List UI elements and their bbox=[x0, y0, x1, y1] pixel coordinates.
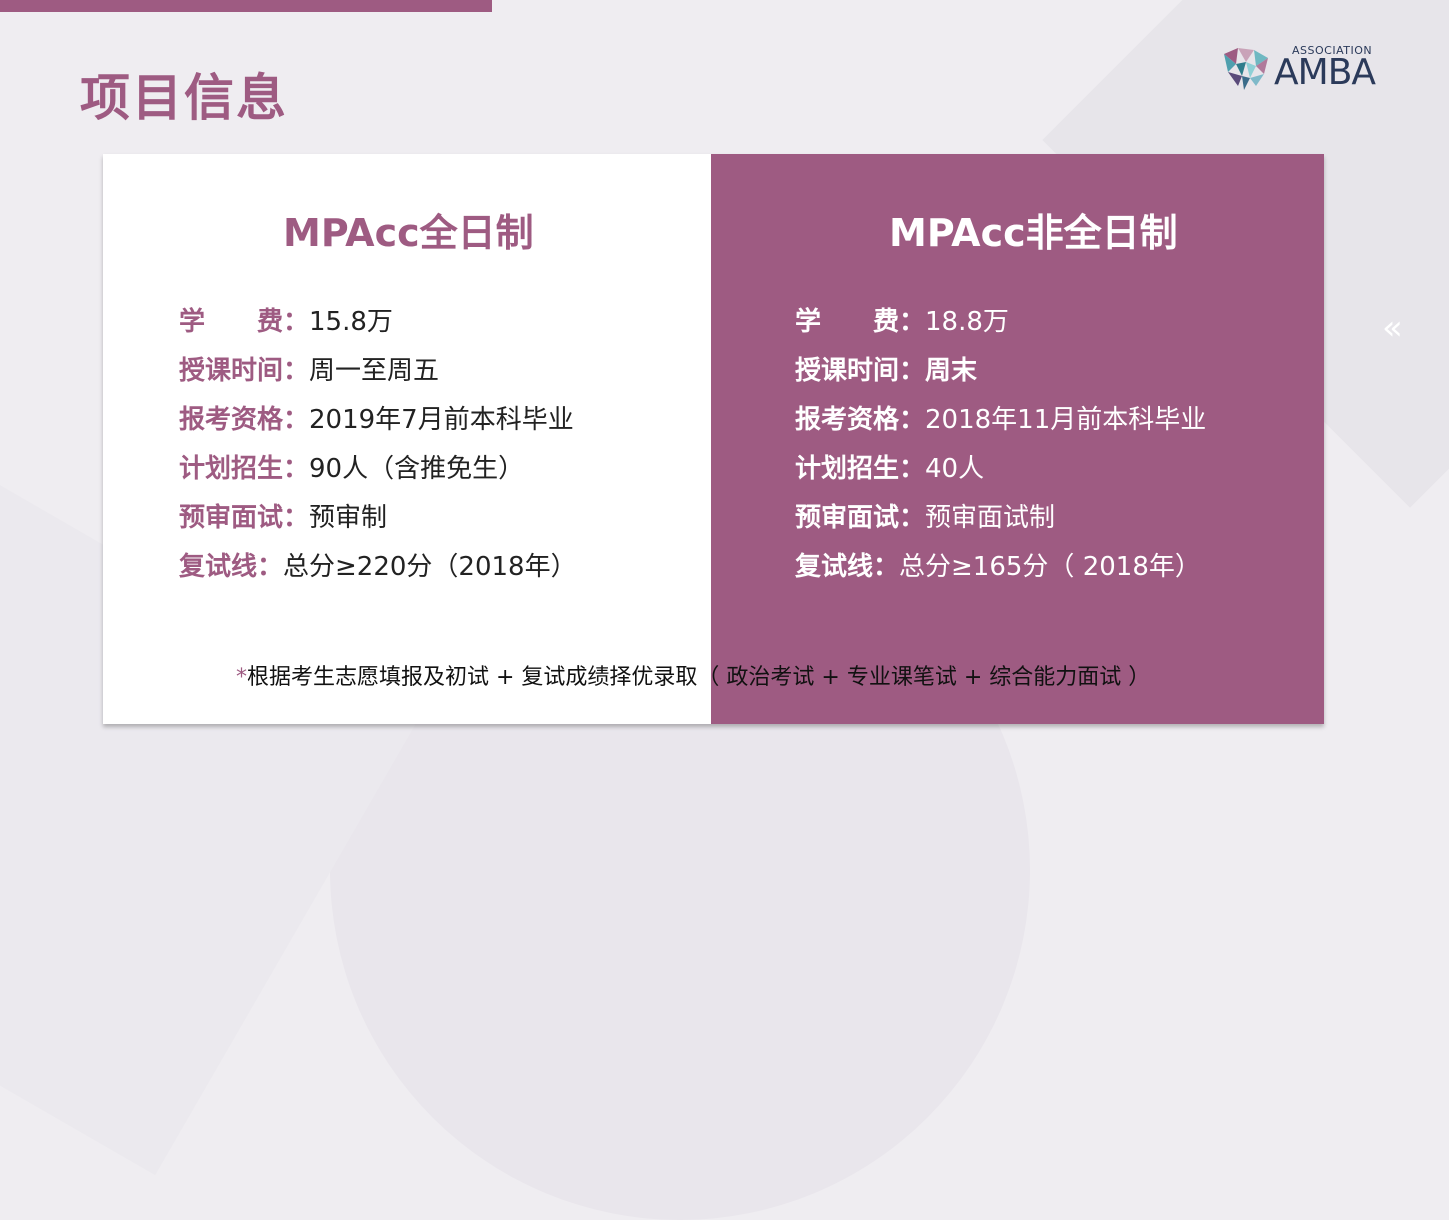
info-label: 学 费： bbox=[795, 307, 926, 337]
full-time-title: MPAcc全日制 bbox=[283, 211, 534, 255]
class-time-row: 授课时间：周一至周五 bbox=[179, 351, 577, 400]
part-time-info-list: 学 费：18.8万 授课时间：周末 报考资格：2018年11月前本科毕业 计划招… bbox=[795, 302, 1206, 596]
full-time-info-list: 学 费：15.8万 授课时间：周一至周五 报考资格：2019年7月前本科毕业 计… bbox=[179, 302, 577, 596]
info-label: 复试线： bbox=[795, 552, 900, 582]
info-value: 15.8万 bbox=[309, 307, 393, 337]
tuition-row: 学 费：18.8万 bbox=[795, 302, 1206, 351]
class-time-row: 授课时间：周末 bbox=[795, 351, 1206, 400]
top-accent-bar bbox=[0, 0, 492, 12]
info-value: 预审面试制 bbox=[925, 503, 1056, 533]
amba-logo-mark bbox=[1224, 48, 1268, 90]
info-label: 学 费： bbox=[179, 307, 310, 337]
admission-footnote: *根据考生志愿填报及初试 + 复试成绩择优录取（ 政治考试 + 专业课笔试 + … bbox=[236, 659, 1150, 691]
eligibility-row: 报考资格：2019年7月前本科毕业 bbox=[179, 400, 577, 449]
eligibility-row: 报考资格：2018年11月前本科毕业 bbox=[795, 400, 1206, 449]
info-value: 总分≥220分（2018年） bbox=[283, 552, 577, 582]
info-value: 90人（含推免生） bbox=[309, 454, 525, 484]
info-value: 预审制 bbox=[309, 503, 388, 533]
info-value: 周一至周五 bbox=[309, 356, 440, 386]
info-label: 预审面试： bbox=[795, 503, 926, 533]
info-label: 授课时间： bbox=[795, 356, 926, 386]
double-chevron-left-icon[interactable]: « bbox=[1382, 308, 1403, 348]
info-label: 预审面试： bbox=[179, 503, 310, 533]
info-value: 40人 bbox=[925, 454, 985, 484]
info-value: 总分≥165分（ 2018年） bbox=[899, 552, 1201, 582]
footnote-asterisk: * bbox=[236, 665, 247, 690]
retest-line-row: 复试线：总分≥220分（2018年） bbox=[179, 547, 577, 596]
logo-amba-text: AMBA bbox=[1274, 52, 1376, 93]
info-value: 周末 bbox=[925, 356, 978, 386]
info-value: 2018年11月前本科毕业 bbox=[925, 405, 1207, 435]
enrollment-plan-row: 计划招生：90人（含推免生） bbox=[179, 449, 577, 498]
pre-interview-row: 预审面试：预审面试制 bbox=[795, 498, 1206, 547]
info-label: 复试线： bbox=[179, 552, 284, 582]
part-time-panel: MPAcc非全日制 学 费：18.8万 授课时间：周末 报考资格：2018年11… bbox=[711, 154, 1324, 724]
pre-interview-row: 预审面试：预审制 bbox=[179, 498, 577, 547]
amba-logo: ASSOCIATION AMBA bbox=[1220, 44, 1400, 94]
info-label: 报考资格： bbox=[179, 405, 310, 435]
info-value: 18.8万 bbox=[925, 307, 1009, 337]
info-label: 计划招生： bbox=[795, 454, 926, 484]
footnote-text: 根据考生志愿填报及初试 + 复试成绩择优录取（ 政治考试 + 专业课笔试 + 综… bbox=[247, 665, 1151, 690]
info-label: 报考资格： bbox=[795, 405, 926, 435]
part-time-title: MPAcc非全日制 bbox=[889, 211, 1178, 255]
info-label: 计划招生： bbox=[179, 454, 310, 484]
program-info-card: MPAcc全日制 学 费：15.8万 授课时间：周一至周五 报考资格：2019年… bbox=[103, 154, 1324, 724]
tuition-row: 学 费：15.8万 bbox=[179, 302, 577, 351]
retest-line-row: 复试线：总分≥165分（ 2018年） bbox=[795, 547, 1206, 596]
enrollment-plan-row: 计划招生：40人 bbox=[795, 449, 1206, 498]
info-label: 授课时间： bbox=[179, 356, 310, 386]
info-value: 2019年7月前本科毕业 bbox=[309, 405, 574, 435]
page-title: 项目信息 bbox=[80, 69, 288, 127]
full-time-panel: MPAcc全日制 学 费：15.8万 授课时间：周一至周五 报考资格：2019年… bbox=[103, 154, 711, 724]
